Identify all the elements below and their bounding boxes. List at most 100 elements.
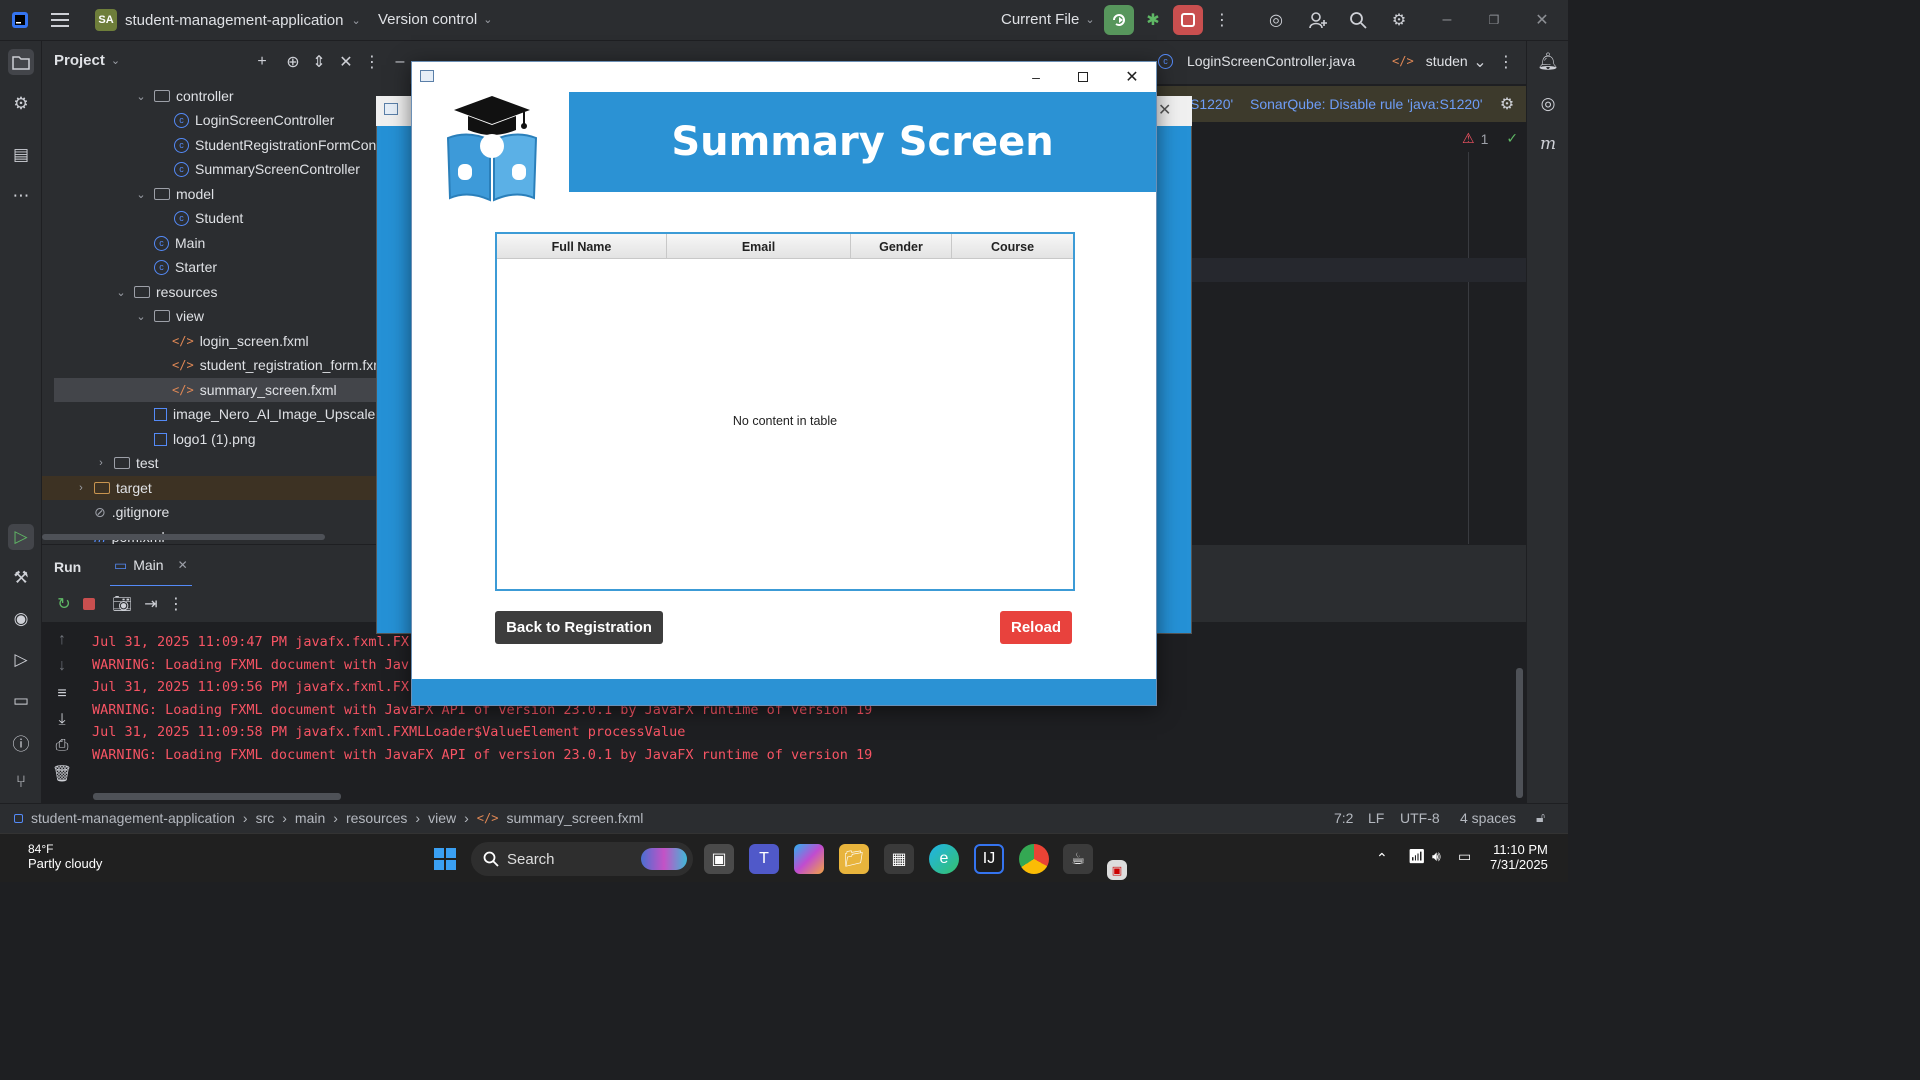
edge-browser-icon[interactable]: e <box>929 844 959 874</box>
problems-icon[interactable]: ⓘ <box>8 729 34 755</box>
tree-item-upscaled-image[interactable]: image_Nero_AI_Image_Upscaler_ <box>154 402 388 426</box>
search-icon[interactable] <box>1344 6 1372 34</box>
horizontal-scrollbar[interactable] <box>42 534 325 540</box>
system-clock[interactable]: 11:10 PM 7/31/2025 <box>1490 842 1548 872</box>
tree-item-resources[interactable]: ⌄ resources <box>114 280 217 304</box>
tree-item-model[interactable]: ⌄ model <box>134 182 214 206</box>
tree-item-view[interactable]: ⌄ view <box>134 304 204 328</box>
close-window-icon[interactable]: ✕ <box>1528 6 1556 34</box>
line-separator[interactable]: LF <box>1368 810 1384 826</box>
scroll-down-icon[interactable]: ↓ <box>48 652 76 680</box>
column-header-gender[interactable]: Gender <box>851 234 952 259</box>
java-app-taskbar-icon[interactable]: ☕︎ <box>1063 844 1093 874</box>
maximize-icon[interactable] <box>1071 67 1095 87</box>
ai-chat-icon[interactable]: ◎ <box>1535 91 1561 117</box>
maven-icon[interactable]: m <box>1535 131 1561 157</box>
tree-item-test[interactable]: › test <box>94 451 158 475</box>
crumb[interactable]: main <box>295 810 325 826</box>
banner-settings-gear-icon[interactable]: ⚙ <box>1493 90 1521 118</box>
close-icon[interactable]: ✕ <box>1158 100 1171 120</box>
intellij-taskbar-icon[interactable]: IJ <box>974 844 1004 874</box>
exit-icon[interactable]: ⇥ <box>137 590 165 618</box>
tab-student-fxml[interactable]: </> studen <box>1392 53 1468 69</box>
print-icon[interactable]: ⎙ <box>48 732 76 760</box>
lock-icon[interactable]: 🔓︎ <box>1536 809 1545 826</box>
close-tab-icon[interactable]: ✕ <box>178 558 188 572</box>
git-branch-icon[interactable]: ⑂ <box>8 769 34 795</box>
minimize-icon[interactable]: – <box>1024 67 1048 87</box>
inspection-widget[interactable]: ⚠ 1 ✓ <box>1462 130 1518 147</box>
add-file-icon[interactable]: + <box>248 48 276 76</box>
terminal-icon[interactable]: ▭ <box>8 688 34 714</box>
more-vertical-icon[interactable]: ⋮ <box>162 590 190 618</box>
reload-button[interactable]: Reload <box>1000 611 1072 644</box>
clear-trash-icon[interactable]: 🗑︎ <box>48 760 76 788</box>
more-tools-icon[interactable]: ⋯ <box>8 183 34 209</box>
battery-icon[interactable]: ▭ <box>1458 848 1471 865</box>
back-to-registration-button[interactable]: Back to Registration <box>495 611 663 644</box>
tree-item-student[interactable]: c Student <box>174 206 243 230</box>
tabs-dropdown-icon[interactable]: ⌄ <box>1466 48 1494 76</box>
restore-window-icon[interactable]: ❐ <box>1480 6 1508 34</box>
scroll-up-icon[interactable]: ↑ <box>48 626 76 654</box>
window-titlebar[interactable]: – ✕ <box>412 62 1156 92</box>
soft-wrap-icon[interactable]: ≡ <box>48 680 76 708</box>
run-tab-main[interactable]: ▭ Main ✕ <box>110 545 192 587</box>
weather-widget[interactable]: 84°F Partly cloudy <box>28 842 102 871</box>
tree-item-loginscreencontroller[interactable]: c LoginScreenController <box>174 108 334 132</box>
run-tool-icon[interactable]: ▷ <box>8 524 34 550</box>
tab-loginscreencontroller[interactable]: c LoginScreenController.java <box>1158 53 1355 69</box>
project-panel-title[interactable]: Project ⌄ <box>54 52 120 69</box>
tree-item-login-screen-fxml[interactable]: </> login_screen.fxml <box>172 329 309 353</box>
copilot-icon[interactable] <box>794 844 824 874</box>
run-tab-title[interactable]: Run <box>54 559 81 575</box>
collapse-all-icon[interactable]: ✕ <box>332 48 360 76</box>
tree-item-gitignore[interactable]: ⊘ .gitignore <box>94 500 169 524</box>
vcs-menu[interactable]: Version control ⌄ <box>378 11 492 28</box>
stop-button[interactable] <box>1173 5 1203 35</box>
tree-item-studentregistrationformcontroller[interactable]: c StudentRegistrationFormCon <box>174 133 376 157</box>
file-explorer-icon[interactable]: 📁︎ <box>839 844 869 874</box>
taskbar-search-box[interactable]: Search <box>471 842 693 876</box>
console-vscrollbar[interactable] <box>1516 668 1523 798</box>
console-hscrollbar[interactable] <box>93 793 341 800</box>
structure-tool-icon[interactable]: ▤ <box>8 142 34 168</box>
wifi-icon[interactable]: 📶︎ <box>1408 848 1426 865</box>
build-hammer-icon[interactable]: ⚒ <box>8 565 34 591</box>
column-header-full-name[interactable]: Full Name <box>497 234 667 259</box>
crumb[interactable]: summary_screen.fxml <box>506 810 643 826</box>
students-table[interactable]: Full Name Email Gender Course No content… <box>495 232 1075 591</box>
run-config-selector[interactable]: Current File ⌄ <box>1001 11 1095 28</box>
ai-assistant-icon[interactable]: ◎ <box>1262 6 1290 34</box>
debug-bug-icon[interactable]: ✱ <box>1139 6 1167 34</box>
debug-services-icon[interactable]: ▷ <box>8 647 34 673</box>
options-icon[interactable]: ⋮ <box>358 48 386 76</box>
stop-icon[interactable] <box>75 590 103 618</box>
task-view-icon[interactable]: ▣ <box>704 844 734 874</box>
scroll-to-end-icon[interactable]: ⤓ <box>48 706 76 734</box>
rerun-icon[interactable]: ↻ <box>50 590 78 618</box>
crumb[interactable]: src <box>256 810 275 826</box>
services-icon[interactable]: ◉ <box>8 606 34 632</box>
tree-item-summary-screen-fxml[interactable]: </> summary_screen.fxml <box>54 378 410 402</box>
teams-icon[interactable]: T <box>749 844 779 874</box>
microsoft-store-icon[interactable]: ▦ <box>884 844 914 874</box>
crumb[interactable]: resources <box>346 810 407 826</box>
banner-rule-id[interactable]: S1220' <box>1190 96 1233 112</box>
close-icon[interactable]: ✕ <box>1120 67 1144 87</box>
tree-item-main[interactable]: c Main <box>154 231 205 255</box>
indent-setting[interactable]: 4 spaces <box>1460 810 1516 826</box>
chrome-icon[interactable] <box>1019 844 1049 874</box>
minimize-window-icon[interactable]: – <box>1433 6 1461 34</box>
settings-gear-icon[interactable]: ⚙ <box>1385 6 1413 34</box>
more-vertical-icon[interactable]: ⋮ <box>1208 6 1236 34</box>
column-header-course[interactable]: Course <box>952 234 1073 259</box>
tray-overflow-app-icon[interactable]: ▣ <box>1107 860 1127 880</box>
crumb[interactable]: student-management-application <box>31 810 235 826</box>
tree-item-logo-png[interactable]: logo1 (1).png <box>154 427 256 451</box>
crumb[interactable]: view <box>428 810 456 826</box>
file-encoding[interactable]: UTF-8 <box>1400 810 1440 826</box>
tree-item-controller[interactable]: ⌄ controller <box>134 84 233 108</box>
expand-all-icon[interactable]: ⇕ <box>305 48 333 76</box>
disable-rule-link[interactable]: SonarQube: Disable rule 'java:S1220' <box>1250 96 1483 112</box>
